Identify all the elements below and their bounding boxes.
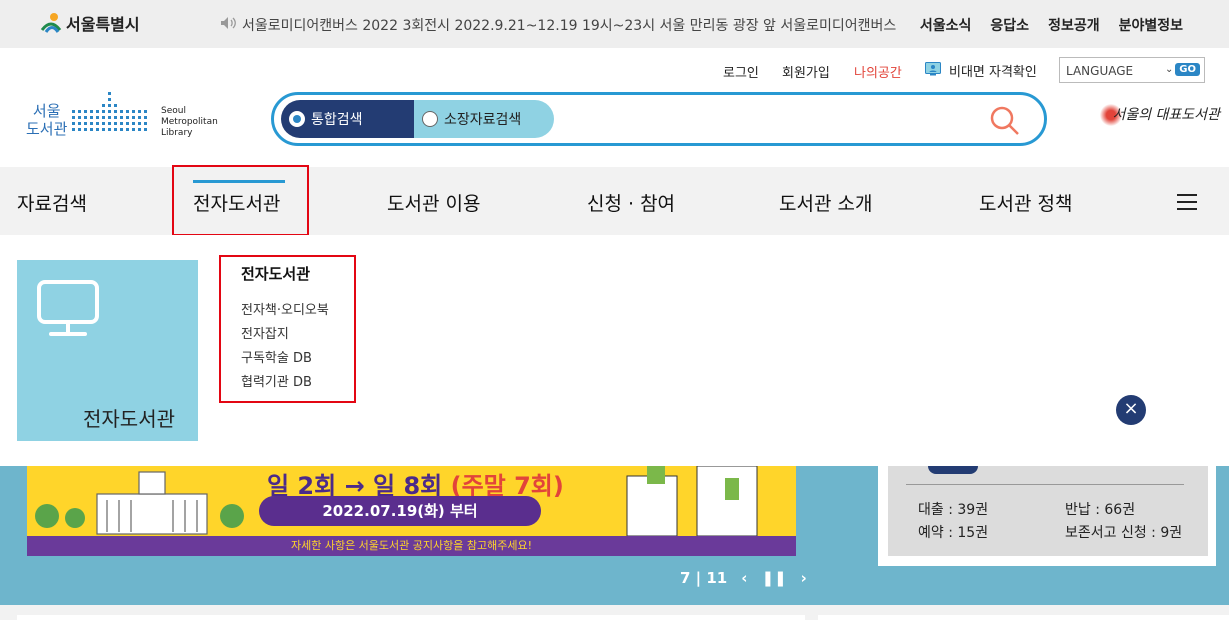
slogan-text: 서울의 대표도서관: [1112, 107, 1220, 123]
link-seoul-news[interactable]: 서울소식: [920, 15, 972, 35]
chevron-down-icon: ⌄: [1165, 64, 1174, 75]
logo-dot-pattern-icon: [72, 92, 147, 131]
highlight-box-submenu: [219, 255, 356, 403]
nav-item-apply[interactable]: 신청 · 참여: [587, 189, 675, 216]
banner-pager: 7 | 11 ‹ ❚❚ ›: [680, 569, 807, 587]
remote-verify-label: 비대면 자격확인: [949, 65, 1037, 80]
stat-return[interactable]: 반납 : 66권: [1065, 499, 1135, 519]
stat-preservation[interactable]: 보존서고 신청 : 9권: [1065, 522, 1182, 542]
digital-library-dropdown: 전자도서관 전자도서관 전자책·오디오북 전자잡지 구독학술 DB 협력기관 D…: [0, 235, 1229, 466]
students-illustration: [626, 466, 758, 536]
search-bar: 통합검색 소장자료검색: [271, 92, 1047, 146]
my-library-panel: 대출 : 39권 반납 : 66권 예약 : 15권 보존서고 신청 : 9권: [878, 466, 1216, 566]
tab-integrated-label: 통합검색: [311, 112, 363, 128]
join-link[interactable]: 회원가입: [782, 62, 830, 81]
nav-item-library-use[interactable]: 도서관 이용: [387, 189, 480, 216]
stat-reserve[interactable]: 예약 : 15권: [918, 522, 988, 542]
avatar: [928, 466, 978, 474]
pager-count: 7 | 11: [680, 569, 728, 587]
seoul-library-logo[interactable]: 서울 도서관 Seoul Metropolitan Library: [26, 88, 226, 144]
dropdown-category-card: 전자도서관: [17, 260, 198, 441]
logo-korean-line1: 서울: [32, 102, 61, 120]
library-slogan: 서울의 대표도서관: [1100, 104, 1220, 126]
close-icon[interactable]: ×: [1116, 395, 1146, 425]
language-select-value: LANGUAGE: [1066, 64, 1134, 78]
my-space-link[interactable]: 나의공간: [854, 62, 902, 81]
monitor-icon: [37, 280, 99, 336]
link-eungdapso[interactable]: 응답소: [990, 15, 1029, 35]
nav-item-search[interactable]: 자료검색: [17, 189, 87, 216]
top-bar: 서울특별시 서울로미디어캔버스 2022 3회전시 2022.9.21~12.1…: [0, 0, 1229, 48]
logo-english-line3: Library: [161, 128, 193, 138]
nav-item-policy[interactable]: 도서관 정책: [979, 189, 1072, 216]
divider: [906, 484, 1184, 485]
library-building-illustration: [35, 471, 244, 535]
banner-footer-note: 자세한 사항은 서울도서관 공지사항을 참고해주세요!: [27, 536, 796, 556]
login-link[interactable]: 로그인: [723, 62, 759, 81]
media-canvas-notice[interactable]: 서울로미디어캔버스 2022 3회전시 2022.9.21~12.19 19시~…: [220, 15, 896, 35]
notice-text: 서울로미디어캔버스 2022 3회전시 2022.9.21~12.19 19시~…: [242, 18, 897, 34]
event-banner[interactable]: 일 2회 → 일 8회 (주말 7회) 2022.07.19(화) 부터 자세한…: [27, 466, 796, 556]
logo-english-line2: Metropolitan: [161, 117, 218, 127]
content-card-right: [818, 615, 1229, 620]
seoul-city-label: 서울특별시: [66, 15, 140, 34]
chevron-left-icon[interactable]: ‹: [741, 569, 747, 587]
tab-holdings-search[interactable]: 소장자료검색: [414, 100, 554, 138]
menu-icon[interactable]: [1177, 194, 1197, 210]
search-icon: [990, 106, 1019, 135]
city-links: 서울소식 응답소 정보공개 분야별정보: [920, 15, 1183, 35]
content-card-left: [17, 615, 805, 620]
seoul-city-logo[interactable]: 서울특별시: [40, 11, 140, 35]
nav-item-about[interactable]: 도서관 소개: [779, 189, 872, 216]
banner-date: 2022.07.19(화) 부터: [259, 496, 541, 526]
logo-korean: 서울 도서관: [26, 102, 67, 138]
seoul-symbol-icon: [40, 12, 62, 34]
my-library-stats: 대출 : 39권 반납 : 66권 예약 : 15권 보존서고 신청 : 9권: [888, 466, 1208, 556]
tab-integrated-search[interactable]: 통합검색: [281, 100, 416, 138]
dropdown-card-title: 전자도서관: [83, 407, 175, 431]
link-field-info[interactable]: 분야별정보: [1119, 15, 1183, 35]
logo-english-line1: Seoul: [161, 106, 186, 116]
remote-verify-link[interactable]: 비대면 자격확인: [925, 61, 1037, 80]
speaker-icon: [220, 16, 236, 34]
chevron-right-icon[interactable]: ›: [801, 569, 807, 587]
hero-section: 일 2회 → 일 8회 (주말 7회) 2022.07.19(화) 부터 자세한…: [0, 466, 1229, 605]
radio-selected-icon: [289, 111, 305, 127]
pause-icon[interactable]: ❚❚: [761, 569, 786, 587]
logo-korean-line2: 도서관: [26, 120, 68, 138]
tab-holdings-label: 소장자료검색: [444, 112, 522, 128]
highlight-box-nav: [172, 165, 309, 236]
language-select[interactable]: LANGUAGE ⌄ GO: [1059, 57, 1205, 83]
content-strip: [0, 605, 1229, 620]
monitor-user-icon: [925, 61, 941, 80]
search-button[interactable]: [988, 104, 1022, 138]
stat-loan[interactable]: 대출 : 39권: [918, 499, 988, 519]
link-info-disclosure[interactable]: 정보공개: [1048, 15, 1100, 35]
radio-unselected-icon: [422, 111, 438, 127]
logo-english: Seoul Metropolitan Library: [161, 106, 218, 139]
language-go-button[interactable]: GO: [1175, 63, 1200, 76]
pager-total: 11: [706, 569, 728, 587]
pager-current: 7: [680, 569, 691, 587]
